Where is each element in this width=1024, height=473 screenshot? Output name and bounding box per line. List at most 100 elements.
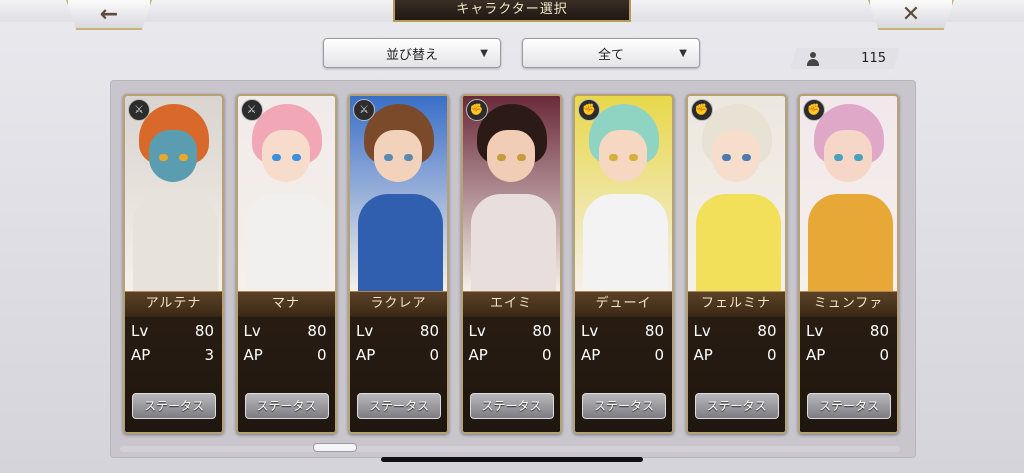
ap-value: 0 (766, 346, 777, 364)
level-value: 80 (307, 322, 327, 340)
ap-label: AP (468, 346, 488, 364)
character-portrait[interactable] (350, 96, 447, 291)
character-stats: Lv 80 AP 0 ステータス (687, 316, 785, 432)
portrait-outfit (695, 194, 781, 291)
status-button[interactable]: ステータス (244, 393, 329, 419)
ap-value: 3 (204, 346, 214, 364)
character-stats: Lv 80 AP 3 ステータス (125, 316, 222, 432)
portrait-eye (609, 154, 618, 161)
ap-row: AP 0 (806, 346, 889, 368)
filter-dropdown-label: 全て (597, 47, 624, 63)
ap-value: 0 (879, 346, 889, 364)
portrait-eye (741, 154, 751, 161)
status-button[interactable]: ステータス (469, 393, 554, 419)
level-label: Lv (806, 322, 824, 340)
ap-value: 0 (316, 346, 327, 364)
level-row: Lv 80 (131, 322, 214, 344)
status-button[interactable]: ステータス (582, 393, 666, 419)
portrait-outfit (808, 194, 893, 291)
status-button[interactable]: ステータス (694, 393, 779, 419)
portrait-eye (291, 154, 301, 161)
character-card[interactable]: ⚔ アルテナ Lv 80 AP 3 ステータス (123, 94, 224, 434)
portrait-face (824, 130, 872, 182)
scrollbar-thumb[interactable] (313, 443, 357, 452)
character-portrait[interactable] (800, 96, 897, 291)
weapon-emblem-icon: ⚔ (128, 99, 150, 121)
character-portrait[interactable] (575, 96, 672, 291)
character-card[interactable]: ✊ エイミ Lv 80 AP 0 ステータス (460, 94, 562, 434)
portrait-outfit (245, 194, 331, 291)
portrait-outfit (358, 194, 443, 291)
sort-dropdown[interactable]: 並び替え ▼ (323, 38, 501, 68)
close-button[interactable]: ✕ (868, 0, 954, 30)
fist-emblem-icon: ✊ (465, 99, 488, 121)
level-label: Lv (131, 322, 149, 340)
fist-emblem-icon: ✊ (803, 99, 825, 121)
portrait-eye (159, 154, 168, 161)
character-name: マナ (237, 291, 335, 317)
status-button[interactable]: ステータス (132, 393, 216, 419)
horizontal-scrollbar[interactable] (120, 446, 900, 452)
person-icon (806, 51, 820, 66)
close-icon: ✕ (901, 1, 921, 27)
level-row: Lv 80 (356, 322, 439, 344)
level-row: Lv 80 (694, 322, 777, 344)
ap-label: AP (356, 346, 376, 364)
ap-row: AP 0 (694, 346, 777, 368)
home-indicator (381, 457, 643, 462)
character-card[interactable]: ⚔ マナ Lv 80 AP 0 ステータス (235, 94, 337, 434)
portrait-eye (496, 154, 506, 161)
character-card[interactable]: ✊ デューイ Lv 80 AP 0 ステータス (573, 94, 674, 434)
portrait-eye (179, 154, 188, 161)
portrait-eye (834, 154, 843, 161)
portrait-outfit (133, 194, 218, 291)
fist-emblem-icon: ✊ (690, 99, 713, 121)
character-portrait[interactable] (125, 96, 222, 291)
portrait-eye (721, 154, 731, 161)
character-card[interactable]: ⚔ ラクレア Lv 80 AP 0 ステータス (348, 94, 449, 434)
status-button[interactable]: ステータス (807, 393, 891, 419)
character-portrait[interactable] (237, 96, 335, 291)
ap-value: 0 (654, 346, 664, 364)
character-name: エイミ (462, 291, 560, 317)
level-label: Lv (468, 322, 486, 340)
back-button[interactable]: ← (66, 0, 152, 30)
character-stats: Lv 80 AP 0 ステータス (350, 316, 447, 432)
ap-label: AP (131, 346, 151, 364)
filter-dropdown[interactable]: 全て ▼ (522, 38, 700, 68)
level-row: Lv 80 (244, 322, 327, 344)
level-value: 80 (757, 322, 777, 340)
character-card[interactable]: ✊ ミュンファ Lv 80 AP 0 ステータス (798, 94, 899, 434)
character-portrait[interactable] (462, 96, 560, 291)
character-stats: Lv 80 AP 0 ステータス (462, 316, 560, 432)
fist-emblem-icon: ✊ (578, 99, 600, 121)
level-label: Lv (581, 322, 599, 340)
page-title: キャラクター選択 (393, 0, 631, 22)
ap-label: AP (581, 346, 601, 364)
level-row: Lv 80 (469, 322, 552, 344)
portrait-face (486, 130, 535, 182)
portrait-eye (384, 154, 393, 161)
weapon-emblem-icon: ⚔ (353, 99, 375, 121)
character-portrait[interactable] (687, 96, 785, 291)
level-row: Lv 80 (581, 322, 664, 344)
character-count: 115 (790, 48, 900, 69)
portrait-outfit (583, 194, 668, 291)
ap-value: 0 (429, 346, 439, 364)
character-name: アルテナ (125, 291, 222, 317)
level-label: Lv (356, 322, 374, 340)
ap-row: AP 0 (469, 346, 552, 368)
character-name: フェルミナ (687, 291, 785, 317)
level-row: Lv 80 (806, 322, 889, 344)
ap-row: AP 0 (356, 346, 439, 368)
character-stats: Lv 80 AP 0 ステータス (237, 316, 335, 432)
ap-value: 0 (541, 346, 552, 364)
level-value: 80 (869, 322, 889, 340)
ap-label: AP (806, 346, 826, 364)
character-stats: Lv 80 AP 0 ステータス (800, 316, 897, 432)
status-button[interactable]: ステータス (357, 393, 441, 419)
character-name: ミュンファ (800, 291, 897, 317)
character-card[interactable]: ✊ フェルミナ Lv 80 AP 0 ステータス (685, 94, 787, 434)
chevron-down-icon: ▼ (480, 48, 488, 59)
level-value: 80 (532, 322, 552, 340)
